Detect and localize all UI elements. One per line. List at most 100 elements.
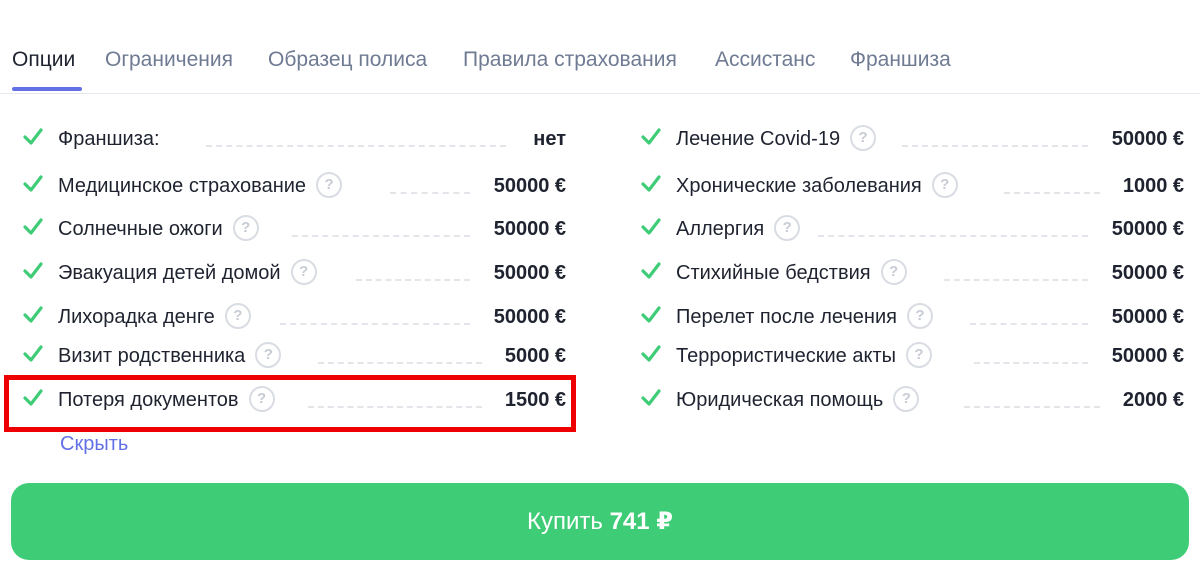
check-icon	[23, 128, 43, 145]
option-row: Аллергия? 50000 €	[640, 214, 1184, 244]
active-tab-indicator	[12, 87, 82, 91]
option-label-text: Хронические заболевания	[676, 175, 922, 197]
buy-button-price: 741 ₽	[609, 508, 673, 535]
option-label-text: Перелет после лечения	[676, 306, 897, 328]
check-icon	[641, 175, 661, 192]
check-icon	[641, 306, 661, 323]
option-label: Визит родственника?	[58, 341, 282, 371]
option-label: Стихийные бедствия?	[676, 258, 907, 288]
option-label: Медицинское страхование?	[58, 171, 343, 201]
option-label: Юридическая помощь?	[676, 385, 920, 415]
option-row: Медицинское страхование? 50000 €	[22, 171, 566, 201]
option-value: 50000 €	[1111, 345, 1184, 367]
option-label: Солнечные ожоги?	[58, 214, 259, 244]
option-value: 50000 €	[1111, 306, 1184, 328]
help-icon[interactable]: ?	[931, 171, 958, 198]
option-label-text: Визит родственника	[58, 345, 246, 367]
option-label: Хронические заболевания?	[676, 171, 958, 201]
option-label: Лихорадка денге?	[58, 302, 251, 332]
option-label-text: Солнечные ожоги	[58, 218, 223, 240]
option-value: 50000 €	[493, 262, 566, 284]
check-icon	[641, 389, 661, 406]
option-label: Франшиза:	[58, 128, 160, 150]
option-label-text: Стихийные бедствия	[676, 262, 871, 284]
tab-sample-policy[interactable]: Образец полиса	[268, 46, 427, 74]
option-row: Солнечные ожоги? 50000 €	[22, 214, 566, 244]
dotted-leader	[356, 279, 470, 281]
dotted-leader	[292, 235, 470, 237]
option-value: 1000 €	[1122, 175, 1184, 197]
help-icon[interactable]: ?	[316, 171, 343, 198]
option-row: Стихийные бедствия? 50000 €	[640, 258, 1184, 288]
option-label: Эвакуация детей домой?	[58, 258, 317, 288]
option-row: Эвакуация детей домой? 50000 €	[22, 258, 566, 288]
option-label-text: Аллергия	[676, 218, 765, 240]
check-icon	[23, 306, 43, 323]
option-label: Аллергия?	[676, 214, 801, 244]
help-icon[interactable]: ?	[850, 124, 877, 151]
option-row: Террористические акты? 50000 €	[640, 341, 1184, 371]
buy-button-label: Купить	[527, 508, 603, 535]
dotted-leader	[964, 406, 1100, 408]
option-label-text: Лечение Covid-19	[676, 128, 841, 150]
option-label-text: Террористические акты	[676, 345, 896, 367]
dotted-leader	[318, 362, 482, 364]
tab-deductible[interactable]: Франшиза	[850, 46, 951, 74]
dotted-leader	[390, 192, 470, 194]
help-icon[interactable]: ?	[893, 385, 920, 412]
option-label-text: Лихорадка денге	[58, 306, 215, 328]
dotted-leader	[970, 323, 1088, 325]
option-row: Визит родственника? 5000 €	[22, 341, 566, 371]
tab-assistance[interactable]: Ассистанс	[715, 46, 815, 74]
dotted-leader	[206, 145, 506, 147]
check-icon	[641, 128, 661, 145]
dotted-leader	[818, 235, 1088, 237]
dotted-leader	[280, 323, 470, 325]
check-icon	[23, 175, 43, 192]
help-icon[interactable]: ?	[290, 258, 317, 285]
option-label: Лечение Covid-19?	[676, 124, 877, 154]
dotted-leader	[944, 279, 1088, 281]
dotted-leader	[1004, 192, 1100, 194]
highlight-box	[4, 375, 576, 432]
help-icon[interactable]: ?	[224, 302, 251, 329]
option-value: 50000 €	[1111, 262, 1184, 284]
help-icon[interactable]: ?	[880, 258, 907, 285]
check-icon	[641, 262, 661, 279]
option-value: 50000 €	[493, 218, 566, 240]
check-icon	[23, 218, 43, 235]
tab-options[interactable]: Опции	[12, 46, 75, 74]
tab-bar: Опции Ограничения Образец полиса Правила…	[0, 0, 1200, 94]
dotted-leader	[974, 362, 1088, 364]
hide-link[interactable]: Скрыть	[60, 430, 128, 458]
option-value: 50000 €	[1111, 128, 1184, 150]
help-icon[interactable]: ?	[906, 341, 932, 368]
check-icon	[641, 218, 661, 235]
option-value: 50000 €	[1111, 218, 1184, 240]
option-row: Лихорадка денге? 50000 €	[22, 302, 566, 332]
option-row: Перелет после лечения? 50000 €	[640, 302, 1184, 332]
buy-button[interactable]: Купить 741 ₽	[11, 483, 1189, 560]
option-value: 2000 €	[1122, 389, 1184, 411]
help-icon[interactable]: ?	[255, 341, 282, 368]
dotted-leader	[902, 145, 1088, 147]
option-label-text: Эвакуация детей домой	[58, 262, 281, 284]
help-icon[interactable]: ?	[232, 214, 259, 241]
tab-restrictions[interactable]: Ограничения	[105, 46, 233, 74]
option-label: Террористические акты?	[676, 341, 932, 371]
option-value: 5000 €	[504, 345, 566, 367]
option-row: Франшиза: нет	[22, 124, 566, 154]
option-row: Юридическая помощь? 2000 €	[640, 385, 1184, 415]
check-icon	[641, 345, 661, 362]
option-value: нет	[533, 128, 566, 150]
option-label: Перелет после лечения?	[676, 302, 933, 332]
check-icon	[23, 345, 43, 362]
option-label-text: Юридическая помощь	[676, 389, 884, 411]
option-row: Хронические заболевания? 1000 €	[640, 171, 1184, 201]
help-icon[interactable]: ?	[906, 302, 933, 329]
help-icon[interactable]: ?	[774, 214, 801, 241]
option-value: 50000 €	[493, 306, 566, 328]
option-row: Лечение Covid-19? 50000 €	[640, 124, 1184, 154]
tab-insurance-rules[interactable]: Правила страхования	[463, 46, 677, 74]
option-label-text: Медицинское страхование	[58, 175, 307, 197]
